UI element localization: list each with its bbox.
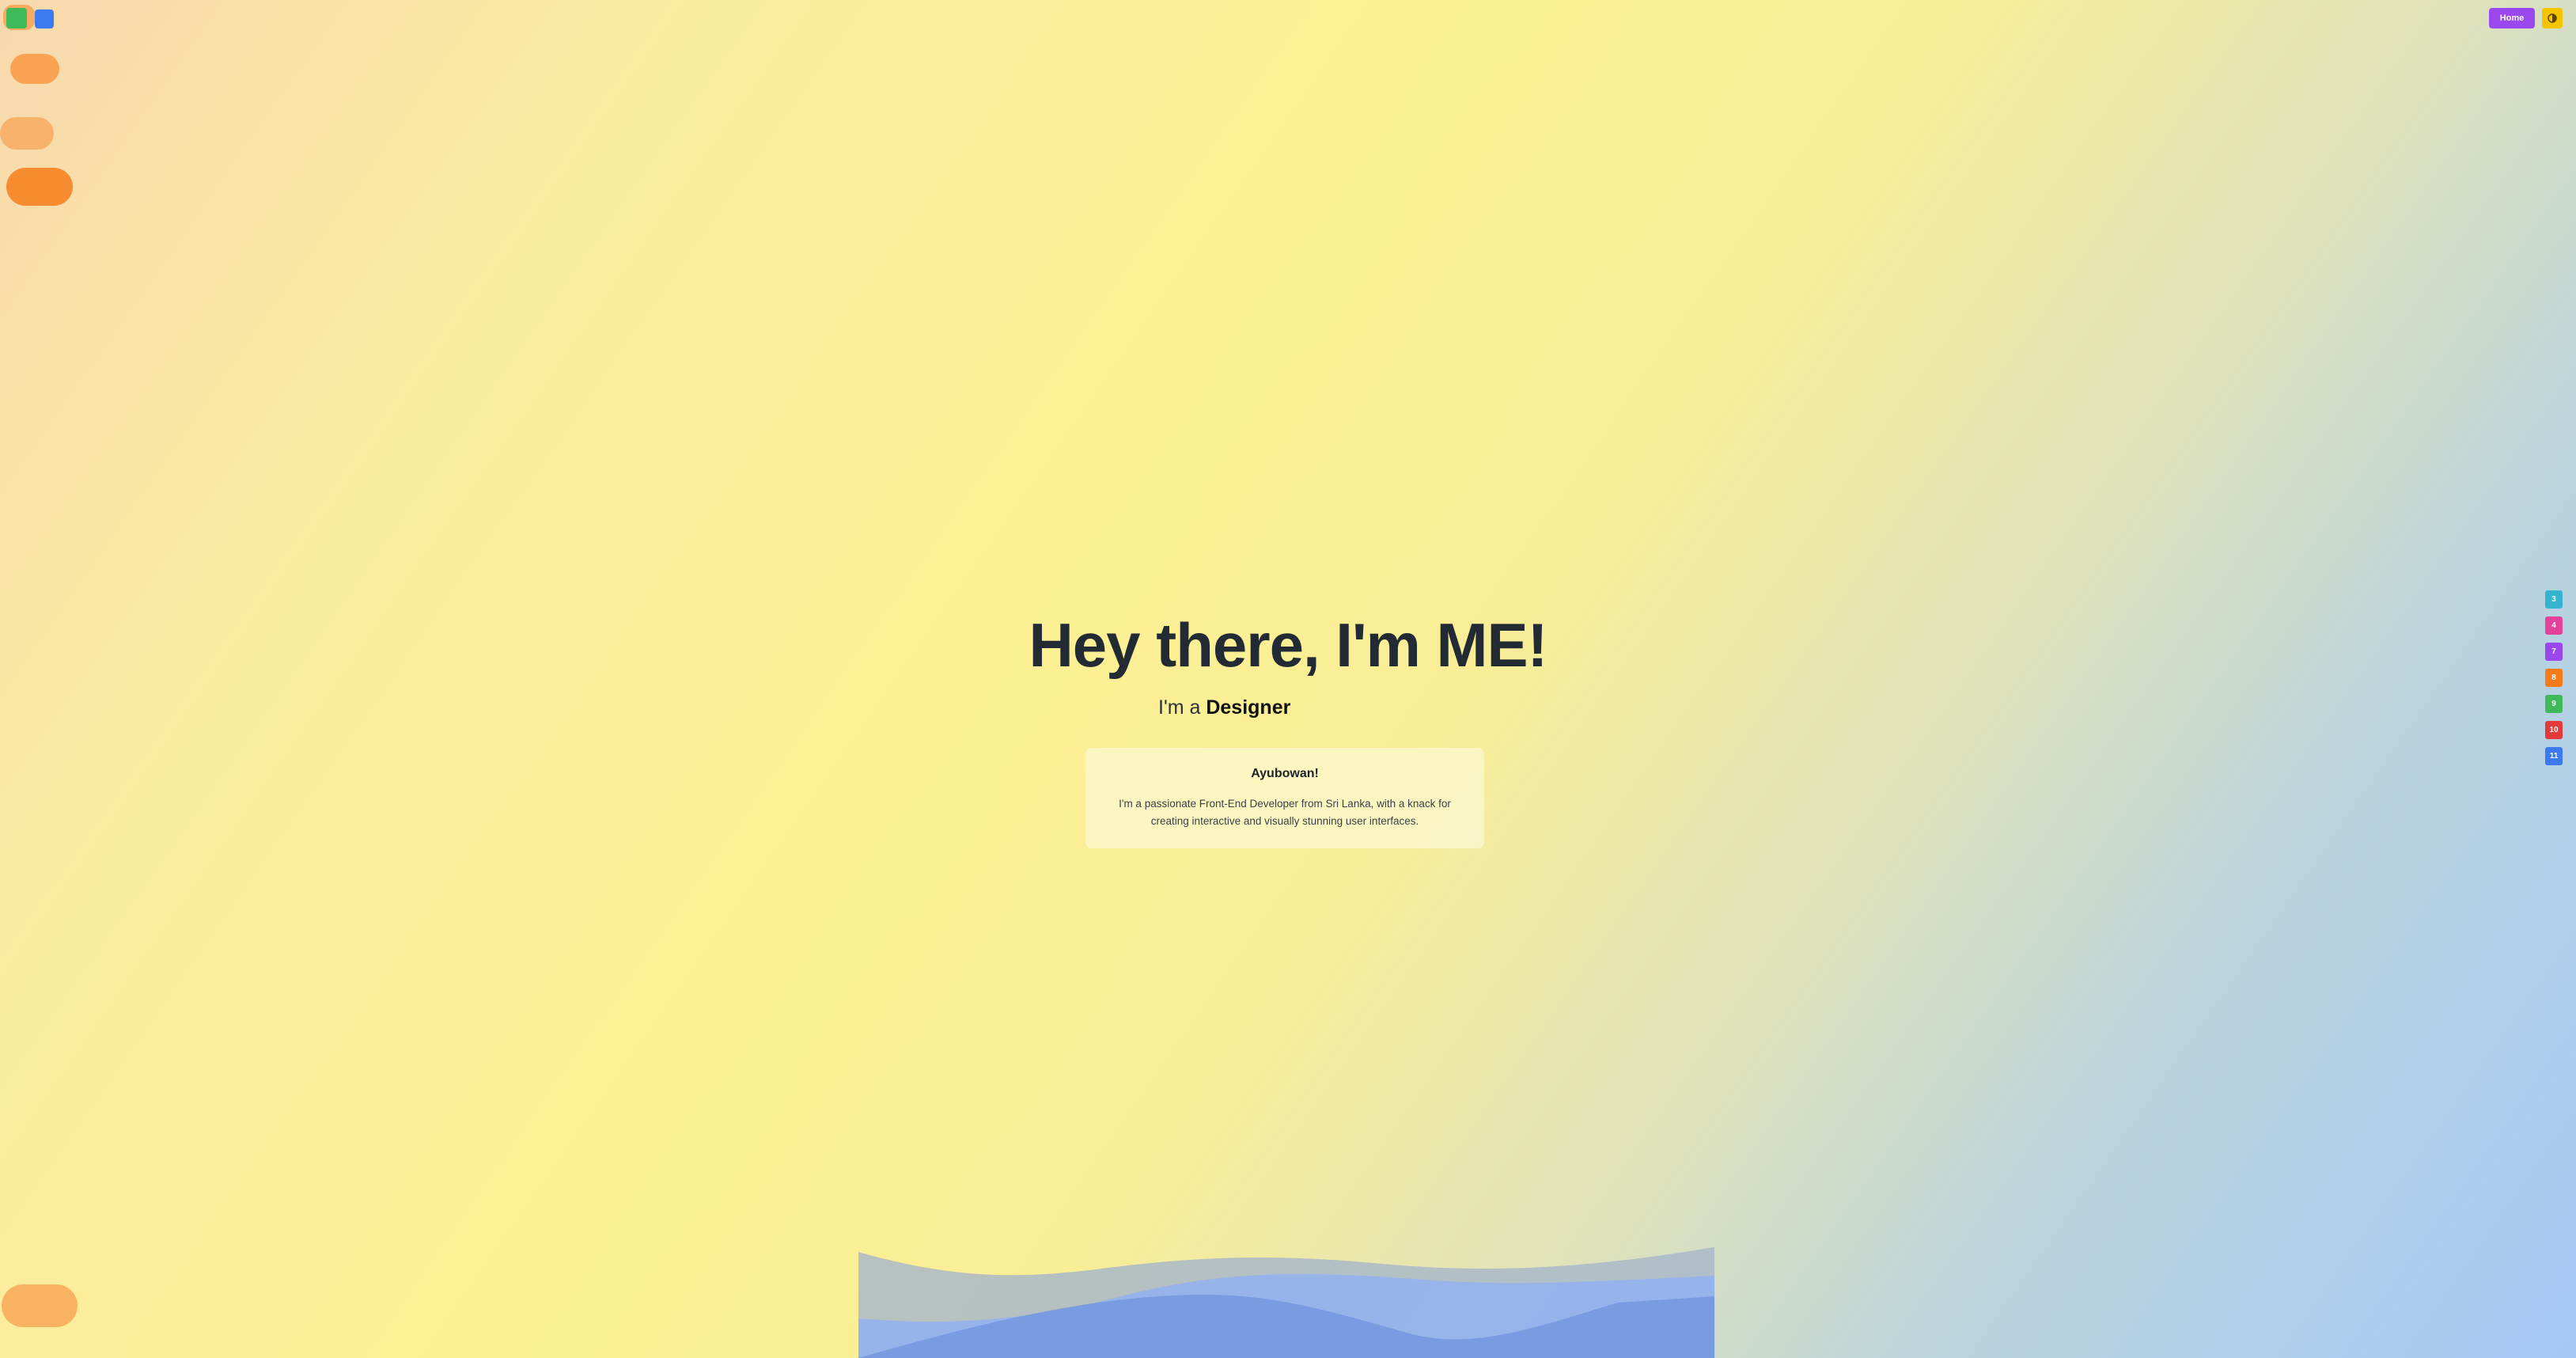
intro-text: I'm a passionate Front-End Developer fro… <box>1119 798 1451 827</box>
intro-card: Ayubowan! I'm a passionate Front-End Dev… <box>1085 748 1484 848</box>
section-nav-item[interactable]: 3 <box>2545 590 2563 609</box>
decorative-blob <box>6 168 73 206</box>
theme-toggle-icon <box>2548 13 2557 23</box>
subtitle-prefix: I'm a <box>1158 696 1207 719</box>
hero-subtitle: I'm a Designer <box>1158 696 1290 719</box>
decorative-blob <box>0 117 54 150</box>
page: Home 3 4 7 8 9 10 11 Hey there, I'm ME! I'm a … <box>0 0 2576 1358</box>
hero-title: Hey there, I'm ME! <box>1029 610 1547 680</box>
typed-role: Designer <box>1206 696 1291 719</box>
section-nav-item[interactable]: 10 <box>2545 721 2563 739</box>
home-button[interactable]: Home <box>2489 8 2535 28</box>
decorative-blob <box>10 54 59 84</box>
wave-decoration <box>858 1247 1714 1358</box>
section-nav-item[interactable]: 11 <box>2545 747 2563 765</box>
intro-heading: Ayubowan! <box>1251 767 1319 780</box>
green-swatch <box>6 8 27 28</box>
blue-swatch <box>35 9 54 28</box>
theme-toggle-button[interactable] <box>2542 8 2563 28</box>
section-nav-item[interactable]: 9 <box>2545 695 2563 713</box>
decorative-blob <box>2 1284 78 1327</box>
